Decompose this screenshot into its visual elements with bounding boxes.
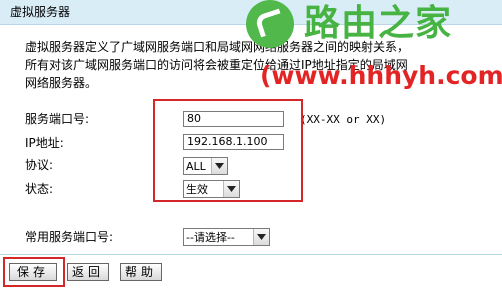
- button-bar-divider: [0, 254, 502, 255]
- virtual-server-page: 虚拟服务器 虚拟服务器定义了广域网服务端口和局域网网络服务器之间的映射关系， 所…: [0, 0, 502, 288]
- back-button[interactable]: 返回: [67, 263, 109, 281]
- watermark-url: (www.hhhyh.com): [260, 61, 502, 90]
- highlight-box-save: [3, 257, 65, 287]
- watermark: 路由之家 (www.hhhyh.com): [246, 0, 502, 104]
- common-service-port-label: 常用服务端口号:: [25, 230, 114, 244]
- service-port-label: 服务端口号:: [25, 112, 90, 126]
- status-label: 状态:: [25, 182, 54, 196]
- ip-address-label: IP地址:: [25, 136, 64, 150]
- router-home-logo-icon: [246, 0, 294, 48]
- watermark-brand: 路由之家: [304, 3, 453, 44]
- common-service-port-selected-value: --请选择--: [186, 231, 235, 244]
- service-port-format-hint: (XX-XX or XX): [300, 113, 387, 126]
- common-service-port-select[interactable]: --请选择--: [183, 228, 270, 246]
- chevron-down-icon[interactable]: [253, 229, 269, 245]
- protocol-label: 协议:: [25, 158, 54, 172]
- highlight-box-fields: [153, 99, 303, 202]
- help-button[interactable]: 帮助: [120, 263, 162, 281]
- page-title: 虚拟服务器: [10, 5, 71, 19]
